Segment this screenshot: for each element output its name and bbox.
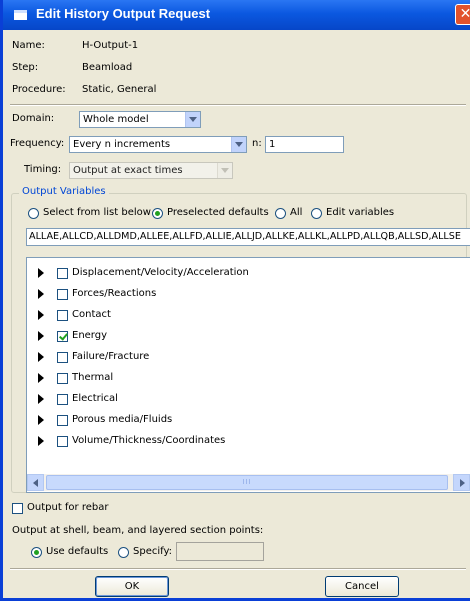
tree-item[interactable]: Failure/Fracture [27, 348, 447, 366]
timing-select-value: Output at exact times [73, 165, 183, 176]
output-for-rebar-label[interactable]: Output for rebar [27, 502, 108, 513]
variables-tree: Displacement/Velocity/Acceleration Force… [26, 257, 470, 493]
frequency-label: Frequency: [10, 138, 65, 149]
tree-item[interactable]: Energy [27, 327, 447, 345]
scroll-grip-icon: III [242, 478, 252, 486]
radio-preselected-defaults[interactable] [152, 208, 163, 219]
expand-arrow-icon[interactable] [38, 289, 44, 299]
scroll-left-icon[interactable] [27, 474, 44, 491]
specify-input[interactable] [176, 542, 264, 561]
checkbox-volume[interactable] [57, 436, 68, 447]
separator [10, 568, 466, 570]
radio-use-defaults-label[interactable]: Use defaults [46, 546, 108, 557]
name-value: H-Output-1 [82, 40, 139, 51]
dialog-window: Edit History Output Request ✕ Name: H-Ou… [0, 0, 470, 601]
radio-edit-variables[interactable] [311, 208, 322, 219]
n-label: n: [252, 138, 262, 149]
domain-select[interactable]: Whole model [79, 111, 201, 128]
expand-arrow-icon[interactable] [38, 373, 44, 383]
window-title: Edit History Output Request [36, 6, 211, 21]
checkbox-forces[interactable] [57, 289, 68, 300]
expand-arrow-icon[interactable] [38, 268, 44, 278]
scroll-thumb[interactable]: III [46, 475, 448, 490]
domain-label: Domain: [12, 113, 55, 124]
tree-item[interactable]: Forces/Reactions [27, 285, 447, 303]
procedure-value: Static, General [82, 84, 157, 95]
checkbox-porous-media[interactable] [57, 415, 68, 426]
tree-item-label: Electrical [72, 393, 118, 404]
radio-all[interactable] [275, 208, 286, 219]
horizontal-scrollbar[interactable]: III [27, 474, 470, 491]
tree-item-label: Failure/Fracture [72, 351, 150, 362]
tree-item[interactable]: Volume/Thickness/Coordinates [27, 432, 447, 450]
radio-use-defaults[interactable] [31, 547, 42, 558]
output-variables-title: Output Variables [19, 186, 109, 197]
radio-select-from-list[interactable] [28, 208, 39, 219]
expand-arrow-icon[interactable] [38, 415, 44, 425]
title-bar[interactable]: Edit History Output Request ✕ [3, 0, 470, 30]
chevron-down-icon[interactable] [217, 163, 232, 178]
tree-item[interactable]: Porous media/Fluids [27, 411, 447, 429]
tree-item-label: Thermal [72, 372, 114, 383]
step-value: Beamload [82, 62, 133, 73]
timing-label: Timing: [24, 164, 62, 175]
radio-select-from-list-label[interactable]: Select from list below [43, 207, 151, 218]
timing-select[interactable]: Output at exact times [69, 162, 233, 179]
name-label: Name: [12, 40, 45, 51]
radio-edit-variables-label[interactable]: Edit variables [326, 207, 394, 218]
frequency-select-value: Every n increments [73, 139, 171, 150]
domain-select-value: Whole model [83, 114, 149, 125]
checkbox-displacement[interactable] [57, 268, 68, 279]
expand-arrow-icon[interactable] [38, 310, 44, 320]
scroll-right-icon[interactable] [453, 474, 470, 491]
tree-item[interactable]: Thermal [27, 369, 447, 387]
tree-item-label: Volume/Thickness/Coordinates [72, 435, 226, 446]
cancel-button[interactable]: Cancel [325, 576, 399, 597]
ok-button[interactable]: OK [95, 576, 169, 597]
expand-arrow-icon[interactable] [38, 436, 44, 446]
frequency-select[interactable]: Every n increments [69, 136, 247, 153]
radio-preselected-defaults-label[interactable]: Preselected defaults [167, 207, 269, 218]
checkbox-thermal[interactable] [57, 373, 68, 384]
tree-item[interactable]: Displacement/Velocity/Acceleration [27, 264, 447, 282]
expand-arrow-icon[interactable] [38, 352, 44, 362]
separator [10, 104, 466, 106]
dialog-body: Name: H-Output-1 Step: Beamload Procedur… [6, 30, 470, 598]
n-input[interactable]: 1 [265, 136, 344, 153]
chevron-down-icon[interactable] [185, 112, 200, 127]
radio-specify-label[interactable]: Specify: [133, 546, 172, 557]
checkbox-failure[interactable] [57, 352, 68, 363]
tree-item-label: Displacement/Velocity/Acceleration [72, 267, 249, 278]
tree-item-label: Forces/Reactions [72, 288, 157, 299]
tree-item[interactable]: Contact [27, 306, 447, 324]
checkbox-contact[interactable] [57, 310, 68, 321]
procedure-label: Procedure: [12, 84, 66, 95]
expand-arrow-icon[interactable] [38, 394, 44, 404]
tree-item-label: Porous media/Fluids [72, 414, 173, 425]
chevron-down-icon[interactable] [231, 137, 246, 152]
radio-all-label[interactable]: All [290, 207, 302, 218]
variables-text-field[interactable]: ALLAE,ALLCD,ALLDMD,ALLEE,ALLFD,ALLIE,ALL… [26, 228, 470, 246]
checkbox-electrical[interactable] [57, 394, 68, 405]
step-label: Step: [12, 62, 39, 73]
tree-item[interactable]: Electrical [27, 390, 447, 408]
section-points-label: Output at shell, beam, and layered secti… [12, 525, 264, 536]
checkbox-energy[interactable] [57, 331, 68, 342]
expand-arrow-icon[interactable] [38, 331, 44, 341]
window-icon [14, 10, 27, 20]
radio-specify[interactable] [118, 547, 129, 558]
tree-item-label: Energy [72, 330, 108, 341]
checkbox-output-for-rebar[interactable] [12, 503, 23, 514]
tree-item-label: Contact [72, 309, 111, 320]
close-button[interactable]: ✕ [455, 4, 470, 25]
